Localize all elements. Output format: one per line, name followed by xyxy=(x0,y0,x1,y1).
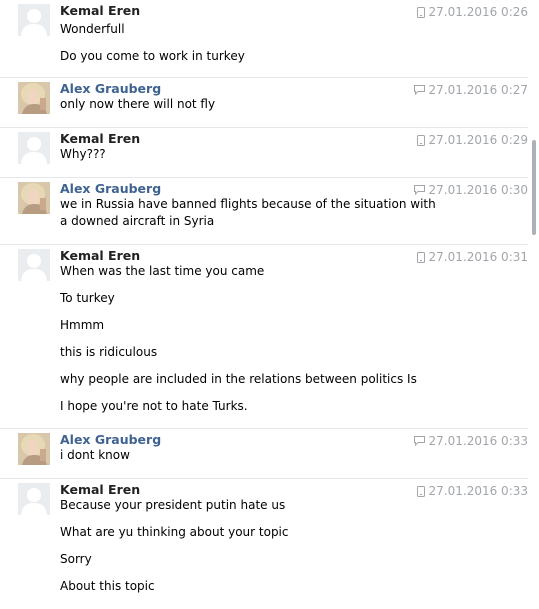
message-text: Because your president putin hate us xyxy=(60,498,286,512)
message-text: When was the last time you came xyxy=(60,264,265,278)
sender-name[interactable]: Kemal Eren xyxy=(60,131,140,147)
sender-name[interactable]: Alex Grauberg xyxy=(60,81,161,97)
message-timestamp[interactable]: 27.01.2016 0:26 xyxy=(429,4,528,20)
phone-icon xyxy=(416,251,425,263)
message-block: Kemal Eren 27.01.2016 0:33 Because your pr… xyxy=(0,478,528,593)
default-avatar-icon[interactable] xyxy=(18,483,50,515)
phone-icon xyxy=(416,134,425,146)
message-block: Kemal Eren 27.01.2016 0:31 When was the la… xyxy=(0,244,528,413)
message-block: Kemal Eren 27.01.2016 0:29 Why??? xyxy=(0,127,528,164)
message-block: Alex Grauberg 27.01.2016 0:30 we in Russia… xyxy=(0,177,528,228)
chat-bubble-icon xyxy=(413,85,425,95)
message-text: What are yu thinking about your topic xyxy=(60,525,289,539)
sender-name[interactable]: Alex Grauberg xyxy=(60,181,161,197)
message-timestamp[interactable]: 27.01.2016 0:33 xyxy=(429,433,528,449)
message-text: About this topic xyxy=(60,579,155,593)
message-text: Hmmm xyxy=(60,318,105,332)
message-text: only now there will not fly xyxy=(60,97,216,111)
sender-name[interactable]: Alex Grauberg xyxy=(60,432,161,448)
default-avatar-icon[interactable] xyxy=(18,132,50,164)
message-block: Alex Grauberg 27.01.2016 0:27 only now the… xyxy=(0,77,528,114)
chat-history: Kemal Eren 27.01.2016 0:26 Wonderfull Do yo… xyxy=(0,0,539,609)
default-avatar-icon[interactable] xyxy=(18,4,50,36)
message-text: Do you come to work in turkey xyxy=(60,49,245,63)
sender-name[interactable]: Kemal Eren xyxy=(60,248,140,264)
phone-icon xyxy=(416,485,425,497)
chat-bubble-icon xyxy=(413,185,425,195)
message-text: Why??? xyxy=(60,147,106,161)
message-text: we in Russia have banned flights because… xyxy=(60,197,436,228)
message-text: To turkey xyxy=(60,291,115,305)
user-avatar[interactable] xyxy=(18,82,50,114)
message-text: why people are included in the relations… xyxy=(60,372,417,386)
message-text: Sorry xyxy=(60,552,92,566)
message-text: I hope you're not to hate Turks. xyxy=(60,399,248,413)
message-text: Wonderfull xyxy=(60,22,125,36)
chat-bubble-icon xyxy=(413,436,425,446)
sender-name[interactable]: Kemal Eren xyxy=(60,482,140,498)
sender-name[interactable]: Kemal Eren xyxy=(60,3,140,19)
message-text: this is ridiculous xyxy=(60,345,158,359)
message-text: i dont know xyxy=(60,448,130,462)
user-avatar[interactable] xyxy=(18,182,50,214)
message-timestamp[interactable]: 27.01.2016 0:30 xyxy=(429,182,528,198)
message-timestamp[interactable]: 27.01.2016 0:33 xyxy=(429,483,528,499)
message-timestamp[interactable]: 27.01.2016 0:27 xyxy=(429,82,528,98)
message-timestamp[interactable]: 27.01.2016 0:29 xyxy=(429,132,528,148)
default-avatar-icon[interactable] xyxy=(18,249,50,281)
scrollbar-thumb[interactable] xyxy=(532,140,536,235)
message-timestamp[interactable]: 27.01.2016 0:31 xyxy=(429,249,528,265)
message-meta: 27.01.2016 0:26 xyxy=(416,4,528,20)
phone-icon xyxy=(416,6,425,18)
user-avatar[interactable] xyxy=(18,433,50,465)
message-block: Alex Grauberg 27.01.2016 0:33 i dont know xyxy=(0,428,528,465)
